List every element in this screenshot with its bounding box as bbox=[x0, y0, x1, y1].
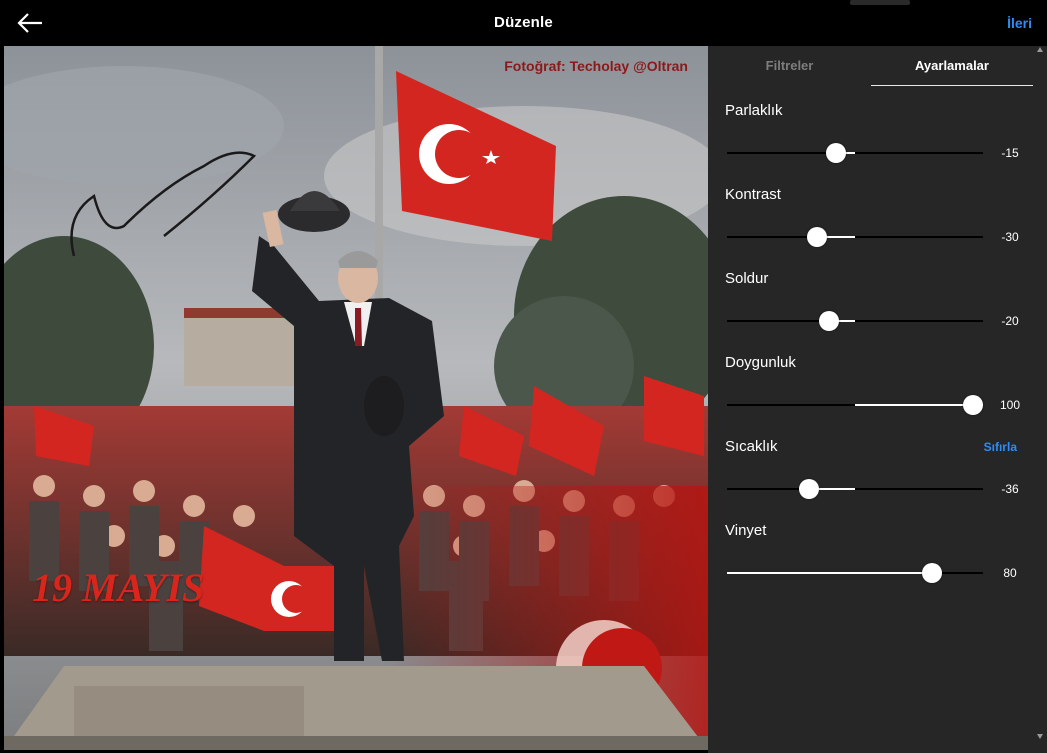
top-bar: Düzenle İleri bbox=[0, 0, 1047, 46]
adjustment-value: -36 bbox=[1001, 482, 1019, 496]
tab-filters[interactable]: Filtreler bbox=[708, 46, 871, 85]
adjustment-value: -15 bbox=[1001, 146, 1019, 160]
overlay-text: 19 MAYIS bbox=[32, 565, 205, 610]
adjustment-label: Kontrast bbox=[725, 186, 781, 203]
slider-fill bbox=[727, 572, 932, 574]
page-title: Düzenle bbox=[494, 14, 553, 31]
brightness-slider[interactable] bbox=[727, 143, 983, 163]
adjustment-vignette: Vinyet 80 bbox=[725, 522, 1025, 602]
adjustment-saturation: Doygunluk 100 bbox=[725, 354, 1025, 434]
photo-image bbox=[4, 46, 708, 750]
fade-slider[interactable] bbox=[727, 311, 983, 331]
slider-thumb[interactable] bbox=[825, 143, 846, 163]
adjustment-value: -20 bbox=[1001, 314, 1019, 328]
adjustment-fade: Soldur -20 bbox=[725, 270, 1025, 350]
slider-track bbox=[727, 152, 983, 154]
slider-thumb[interactable] bbox=[819, 311, 840, 331]
next-button[interactable]: İleri bbox=[1007, 15, 1032, 31]
panel-scrollbar[interactable] bbox=[1033, 46, 1047, 753]
saturation-slider[interactable] bbox=[727, 395, 983, 415]
scroll-up-icon[interactable] bbox=[1037, 47, 1043, 52]
adjustment-value: -30 bbox=[1001, 230, 1019, 244]
tab-bar: Filtreler Ayarlamalar bbox=[708, 46, 1033, 86]
slider-thumb[interactable] bbox=[921, 563, 942, 583]
slider-track bbox=[727, 488, 983, 490]
adjustment-brightness: Parlaklık -15 bbox=[725, 102, 1025, 182]
vignette-slider[interactable] bbox=[727, 563, 983, 583]
adjustment-label: Doygunluk bbox=[725, 354, 796, 371]
adjustments-panel: Filtreler Ayarlamalar Parlaklık -15 Kont… bbox=[708, 46, 1047, 753]
adjustment-value: 100 bbox=[999, 398, 1021, 412]
adjustment-label: Soldur bbox=[725, 270, 769, 287]
slider-track bbox=[727, 236, 983, 238]
slider-thumb[interactable] bbox=[798, 479, 819, 499]
photo-credit: Fotoğraf: Techolay @Oltran bbox=[504, 58, 688, 74]
slider-track bbox=[727, 320, 983, 322]
adjustment-temperature: Sıcaklık Sıfırla -36 bbox=[725, 438, 1025, 518]
adjustment-label: Parlaklık bbox=[725, 102, 783, 119]
contrast-slider[interactable] bbox=[727, 227, 983, 247]
adjustment-value: 80 bbox=[1003, 566, 1017, 580]
slider-thumb[interactable] bbox=[963, 395, 983, 415]
background-window-edge bbox=[850, 0, 910, 5]
tab-adjustments[interactable]: Ayarlamalar bbox=[871, 46, 1033, 86]
photo-preview: Fotoğraf: Techolay @Oltran 19 MAYIS bbox=[4, 46, 708, 750]
scroll-down-icon[interactable] bbox=[1037, 734, 1043, 739]
adjustment-label: Vinyet bbox=[725, 522, 767, 539]
reset-button[interactable]: Sıfırla bbox=[984, 440, 1017, 454]
adjustment-label: Sıcaklık bbox=[725, 438, 778, 455]
adjustment-contrast: Kontrast -30 bbox=[725, 186, 1025, 266]
temperature-slider[interactable] bbox=[727, 479, 983, 499]
slider-thumb[interactable] bbox=[806, 227, 827, 247]
